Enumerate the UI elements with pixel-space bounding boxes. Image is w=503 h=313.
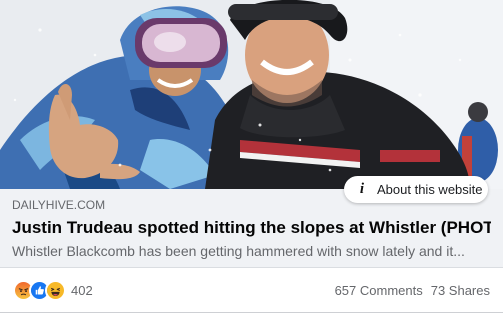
reaction-count[interactable]: 402 — [71, 284, 93, 297]
ski-selfie-photo — [0, 0, 503, 189]
info-icon: i — [359, 181, 365, 197]
comments-count-link[interactable]: 657 Comments — [335, 284, 423, 297]
link-headline[interactable]: Justin Trudeau spotted hitting the slope… — [12, 217, 491, 239]
link-summary: Whistler Blackcomb has been getting hamm… — [12, 243, 465, 259]
shares-count-link[interactable]: 73 Shares — [431, 284, 490, 297]
comment-share-counts: 657 Comments 73 Shares — [335, 284, 490, 297]
haha-reaction-icon — [45, 279, 66, 301]
engagement-bar: 402 657 Comments 73 Shares — [0, 268, 503, 312]
about-this-website-button[interactable]: i About this website — [344, 176, 488, 203]
link-preview-image[interactable] — [0, 0, 503, 189]
about-this-website-label: About this website — [377, 182, 483, 197]
reaction-summary[interactable] — [13, 279, 66, 301]
shared-link-card[interactable]: i About this website DAILYHIVE.COM Justi… — [0, 0, 503, 313]
